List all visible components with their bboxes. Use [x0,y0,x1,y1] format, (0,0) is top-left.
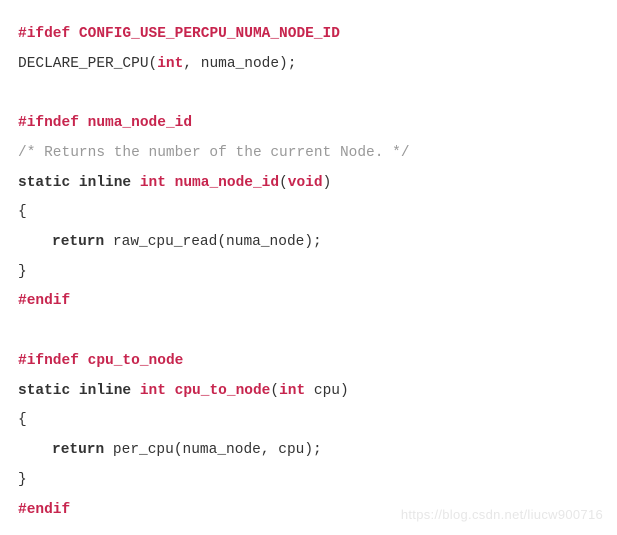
code-line: #endif [18,496,599,526]
type-kw: int [279,383,305,399]
brace-line: } [18,258,599,288]
preproc-id: numa_node_id [88,115,192,131]
code-line: return raw_cpu_read(numa_node); [18,228,599,258]
type-kw: void [288,175,323,191]
func-name: cpu_to_node [175,383,271,399]
preproc: #endif [18,293,70,309]
code-line: #endif [18,287,599,317]
brace: } [18,264,27,280]
keyword: static [18,175,70,191]
preproc: #ifdef [18,26,70,42]
keyword: return [52,234,104,250]
delim: ( [149,56,158,72]
call: DECLARE_PER_CPU [18,56,149,72]
delim: ( [279,175,288,191]
rest: raw_cpu_read(numa_node); [104,234,322,250]
brace: } [18,472,27,488]
preproc: #endif [18,502,70,518]
code-line: #ifndef cpu_to_node [18,347,599,377]
keyword: inline [79,383,131,399]
keyword: inline [79,175,131,191]
code-line: #ifndef numa_node_id [18,109,599,139]
preproc-id: CONFIG_USE_PERCPU_NUMA_NODE_ID [79,26,340,42]
keyword: return [52,442,104,458]
code-line: DECLARE_PER_CPU(int, numa_node); [18,50,599,80]
code-line: #ifdef CONFIG_USE_PERCPU_NUMA_NODE_ID [18,20,599,50]
type-kw: int [140,175,166,191]
brace-line: } [18,466,599,496]
comment: /* Returns the number of the current Nod… [18,145,410,161]
preproc: #ifndef [18,115,79,131]
preproc: #ifndef [18,353,79,369]
rest: per_cpu(numa_node, cpu); [104,442,322,458]
func-name: numa_node_id [175,175,279,191]
code-block: #ifdef CONFIG_USE_PERCPU_NUMA_NODE_ID DE… [18,20,599,525]
code-line: static inline int cpu_to_node(int cpu) [18,377,599,407]
brace: { [18,412,27,428]
type-kw: int [157,56,183,72]
comment-line: /* Returns the number of the current Nod… [18,139,599,169]
brace-line: { [18,198,599,228]
rest: cpu) [305,383,349,399]
brace-line: { [18,406,599,436]
rest: , numa_node); [183,56,296,72]
blank-line [18,317,599,347]
delim: ( [270,383,279,399]
preproc-id: cpu_to_node [88,353,184,369]
code-line: return per_cpu(numa_node, cpu); [18,436,599,466]
brace: { [18,204,27,220]
blank-line [18,79,599,109]
code-line: static inline int numa_node_id(void) [18,169,599,199]
keyword: static [18,383,70,399]
type-kw: int [140,383,166,399]
delim: ) [323,175,332,191]
